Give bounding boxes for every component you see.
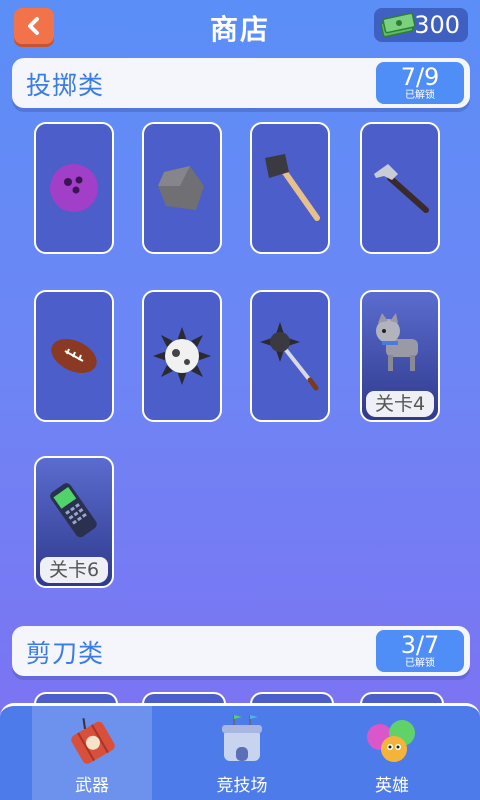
nav-label: 英雄 (375, 776, 409, 796)
item-card-axe[interactable] (250, 122, 330, 254)
unlock-count: 3/7 (400, 631, 440, 659)
bottom-nav: 武器 竞技场 英雄 (0, 703, 480, 800)
nav-label: 武器 (75, 776, 109, 796)
unlock-label: 已解锁 (405, 658, 435, 669)
football-icon (51, 339, 97, 373)
level-requirement-badge: 关卡6 (40, 557, 108, 583)
level-requirement-badge: 关卡4 (366, 391, 434, 417)
section-throwing: 投掷类 7/9 已解锁 (12, 58, 470, 108)
section-title: 剪刀类 (26, 639, 105, 668)
section-scissors: 剪刀类 3/7 已解锁 (12, 626, 470, 676)
item-card-bowling-ball[interactable] (34, 122, 114, 254)
section-title: 投掷类 (26, 71, 105, 100)
item-card-dog[interactable]: 关卡4 (360, 290, 440, 422)
phone-icon (50, 483, 97, 538)
cash-icon (380, 12, 416, 38)
unlock-label: 已解锁 (405, 90, 435, 101)
hammer-icon (374, 164, 429, 213)
item-card-mace[interactable] (250, 290, 330, 422)
nav-weapons[interactable]: 武器 (32, 706, 152, 800)
unlock-counter: 3/7 已解锁 (376, 630, 464, 672)
heroes-icon (367, 720, 415, 762)
money-amount: 300 (414, 11, 460, 39)
spiked-ball-icon (153, 327, 211, 385)
bowling-ball-icon (50, 164, 98, 212)
nav-label: 竞技场 (216, 776, 268, 796)
item-card-spiked-ball[interactable] (142, 290, 222, 422)
arena-icon (222, 715, 262, 761)
mace-icon (260, 322, 319, 391)
dog-icon (376, 313, 418, 371)
nav-heroes[interactable]: 英雄 (332, 706, 452, 800)
item-card-football[interactable] (34, 290, 114, 422)
item-card-phone[interactable]: 关卡6 (34, 456, 114, 588)
item-card-rock[interactable] (142, 122, 222, 254)
money-counter: 300 (374, 8, 468, 42)
item-card-hammer[interactable] (360, 122, 440, 254)
top-bar: 商店 300 (0, 0, 480, 54)
axe-icon (265, 154, 320, 221)
unlock-count: 7/9 (400, 63, 440, 91)
unlock-counter: 7/9 已解锁 (376, 62, 464, 104)
dynamite-icon (71, 718, 115, 764)
rock-icon (158, 166, 204, 210)
nav-arena[interactable]: 竞技场 (182, 706, 302, 800)
